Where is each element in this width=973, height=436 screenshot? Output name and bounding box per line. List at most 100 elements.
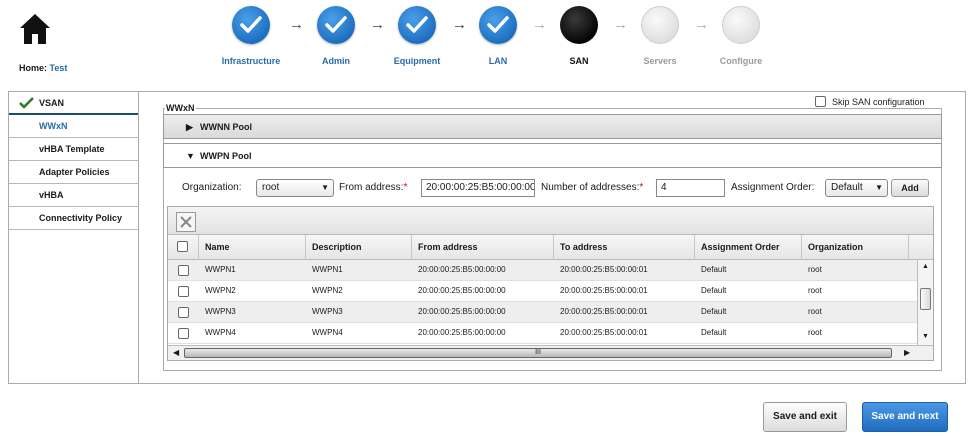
from-address-label: From address:*: [339, 178, 407, 198]
step-lan[interactable]: LAN: [453, 6, 543, 66]
step-equipment[interactable]: Equipment: [372, 6, 462, 66]
step-done-icon: [479, 6, 517, 44]
step-admin[interactable]: Admin: [291, 6, 381, 66]
number-of-addresses-input[interactable]: 4: [656, 179, 725, 197]
step-configure[interactable]: Configure: [696, 6, 786, 66]
step-done-icon: [317, 6, 355, 44]
step-label: Equipment: [393, 56, 441, 66]
from-address-text: From address:: [339, 182, 404, 193]
step-done-icon: [398, 6, 436, 44]
sidebar: VSAN WWxN vHBA Template Adapter Policies…: [8, 91, 139, 384]
grid-header: Name Description From address To address…: [168, 235, 933, 260]
step-servers[interactable]: Servers: [615, 6, 705, 66]
cell-description: WWPN4: [312, 328, 343, 337]
cell-name: WWPN2: [205, 286, 236, 295]
from-address-input[interactable]: 20:00:00:25:B5:00:00:00: [421, 179, 535, 197]
sidebar-item-wwxn[interactable]: WWxN: [9, 115, 138, 138]
required-mark: *: [639, 182, 644, 193]
grid-toolbar: [168, 207, 933, 235]
organization-value: root: [262, 182, 280, 193]
sidebar-section-label: VSAN: [39, 98, 65, 108]
step-infrastructure[interactable]: Infrastructure: [206, 6, 296, 66]
cell-description: WWPN2: [312, 286, 343, 295]
wwpn-grid: Name Description From address To address…: [167, 206, 934, 361]
table-row[interactable]: WWPN3 WWPN3 20:00:00:25:B5:00:00:00 20:0…: [168, 302, 933, 323]
wwnn-pool-label: WWNN Pool: [200, 122, 252, 132]
dropdown-arrow-icon: ▼: [875, 183, 883, 192]
cell-to-address: 20:00:00:25:B5:00:00:01: [560, 328, 648, 337]
step-done-icon: [232, 6, 270, 44]
save-and-exit-button[interactable]: Save and exit: [763, 402, 847, 432]
column-header-description[interactable]: Description: [306, 235, 412, 260]
column-header-name[interactable]: Name: [199, 235, 306, 260]
vertical-scrollbar[interactable]: ▲ ▼: [917, 260, 933, 345]
fieldset-legend: WWxN: [165, 103, 196, 113]
step-label: Infrastructure: [221, 56, 281, 66]
step-san[interactable]: SAN: [534, 6, 624, 66]
sidebar-section-vsan[interactable]: VSAN: [9, 92, 138, 115]
assignment-order-select[interactable]: Default ▼: [825, 179, 888, 197]
save-and-next-button[interactable]: Save and next: [862, 402, 948, 432]
select-all-checkbox[interactable]: [177, 241, 188, 252]
sidebar-item-vhba[interactable]: vHBA: [9, 184, 138, 207]
collapse-arrow-icon: ▼: [186, 151, 195, 161]
cell-organization: root: [808, 265, 822, 274]
required-mark: *: [403, 182, 408, 193]
delete-button[interactable]: [176, 212, 196, 232]
cell-to-address: 20:00:00:25:B5:00:00:01: [560, 307, 648, 316]
cell-organization: root: [808, 307, 822, 316]
cell-from-address: 20:00:00:25:B5:00:00:00: [418, 286, 506, 295]
cell-description: WWPN3: [312, 307, 343, 316]
row-checkbox[interactable]: [178, 307, 189, 318]
horizontal-scrollbar[interactable]: ◀ III ▶: [168, 345, 933, 360]
skip-san-option[interactable]: Skip SAN configuration: [815, 96, 925, 107]
step-pending-icon: [722, 6, 760, 44]
cell-assignment-order: Default: [701, 265, 727, 274]
cell-organization: root: [808, 286, 822, 295]
row-checkbox[interactable]: [178, 328, 189, 339]
table-row[interactable]: WWPN4 WWPN4 20:00:00:25:B5:00:00:00 20:0…: [168, 323, 933, 344]
wwnn-pool-header[interactable]: ▶ WWNN Pool: [163, 114, 942, 139]
sidebar-item-vhba-template[interactable]: vHBA Template: [9, 138, 138, 161]
column-header-from-address[interactable]: From address: [412, 235, 554, 260]
sidebar-item-adapter-policies[interactable]: Adapter Policies: [9, 161, 138, 184]
cell-from-address: 20:00:00:25:B5:00:00:00: [418, 265, 506, 274]
scroll-down-icon[interactable]: ▼: [922, 333, 929, 340]
number-of-addresses-label: Number of addresses:*: [541, 178, 643, 198]
skip-san-label: Skip SAN configuration: [832, 96, 925, 107]
cell-to-address: 20:00:00:25:B5:00:00:01: [560, 265, 648, 274]
step-label: LAN: [488, 56, 508, 66]
table-row[interactable]: WWPN2 WWPN2 20:00:00:25:B5:00:00:00 20:0…: [168, 281, 933, 302]
expand-arrow-icon: ▶: [186, 122, 193, 132]
scroll-up-icon[interactable]: ▲: [922, 263, 929, 270]
add-button[interactable]: Add: [891, 179, 929, 197]
cell-description: WWPN1: [312, 265, 343, 274]
cell-from-address: 20:00:00:25:B5:00:00:00: [418, 328, 506, 337]
scroll-right-icon[interactable]: ▶: [904, 348, 910, 357]
wizard-steps: Infrastructure → Admin → Equipment → LAN…: [0, 0, 973, 80]
scroll-left-icon[interactable]: ◀: [173, 348, 179, 357]
row-checkbox[interactable]: [178, 265, 189, 276]
wwpn-add-form: Organization: root ▼ From address:* 20:0…: [182, 178, 942, 200]
table-row[interactable]: WWPN1 WWPN1 20:00:00:25:B5:00:00:00 20:0…: [168, 260, 933, 281]
step-pending-icon: [641, 6, 679, 44]
cell-assignment-order: Default: [701, 307, 727, 316]
vertical-scroll-thumb[interactable]: [920, 288, 931, 310]
row-checkbox[interactable]: [178, 286, 189, 297]
cell-name: WWPN3: [205, 307, 236, 316]
cell-assignment-order: Default: [701, 328, 727, 337]
skip-san-checkbox[interactable]: [815, 96, 826, 107]
cell-from-address: 20:00:00:25:B5:00:00:00: [418, 307, 506, 316]
close-icon: [180, 216, 192, 228]
column-header-assignment-order[interactable]: Assignment Order: [695, 235, 802, 260]
main-panel: WWxN Skip SAN configuration ▶ WWNN Pool …: [139, 91, 966, 384]
sidebar-item-connectivity-policy[interactable]: Connectivity Policy: [9, 207, 138, 230]
cell-organization: root: [808, 328, 822, 337]
cell-assignment-order: Default: [701, 286, 727, 295]
column-header-organization[interactable]: Organization: [802, 235, 909, 260]
cell-to-address: 20:00:00:25:B5:00:00:01: [560, 286, 648, 295]
horizontal-scroll-thumb[interactable]: III: [184, 348, 892, 358]
wwpn-pool-header[interactable]: ▼ WWPN Pool: [163, 143, 942, 168]
column-header-to-address[interactable]: To address: [554, 235, 695, 260]
organization-select[interactable]: root ▼: [256, 179, 334, 197]
